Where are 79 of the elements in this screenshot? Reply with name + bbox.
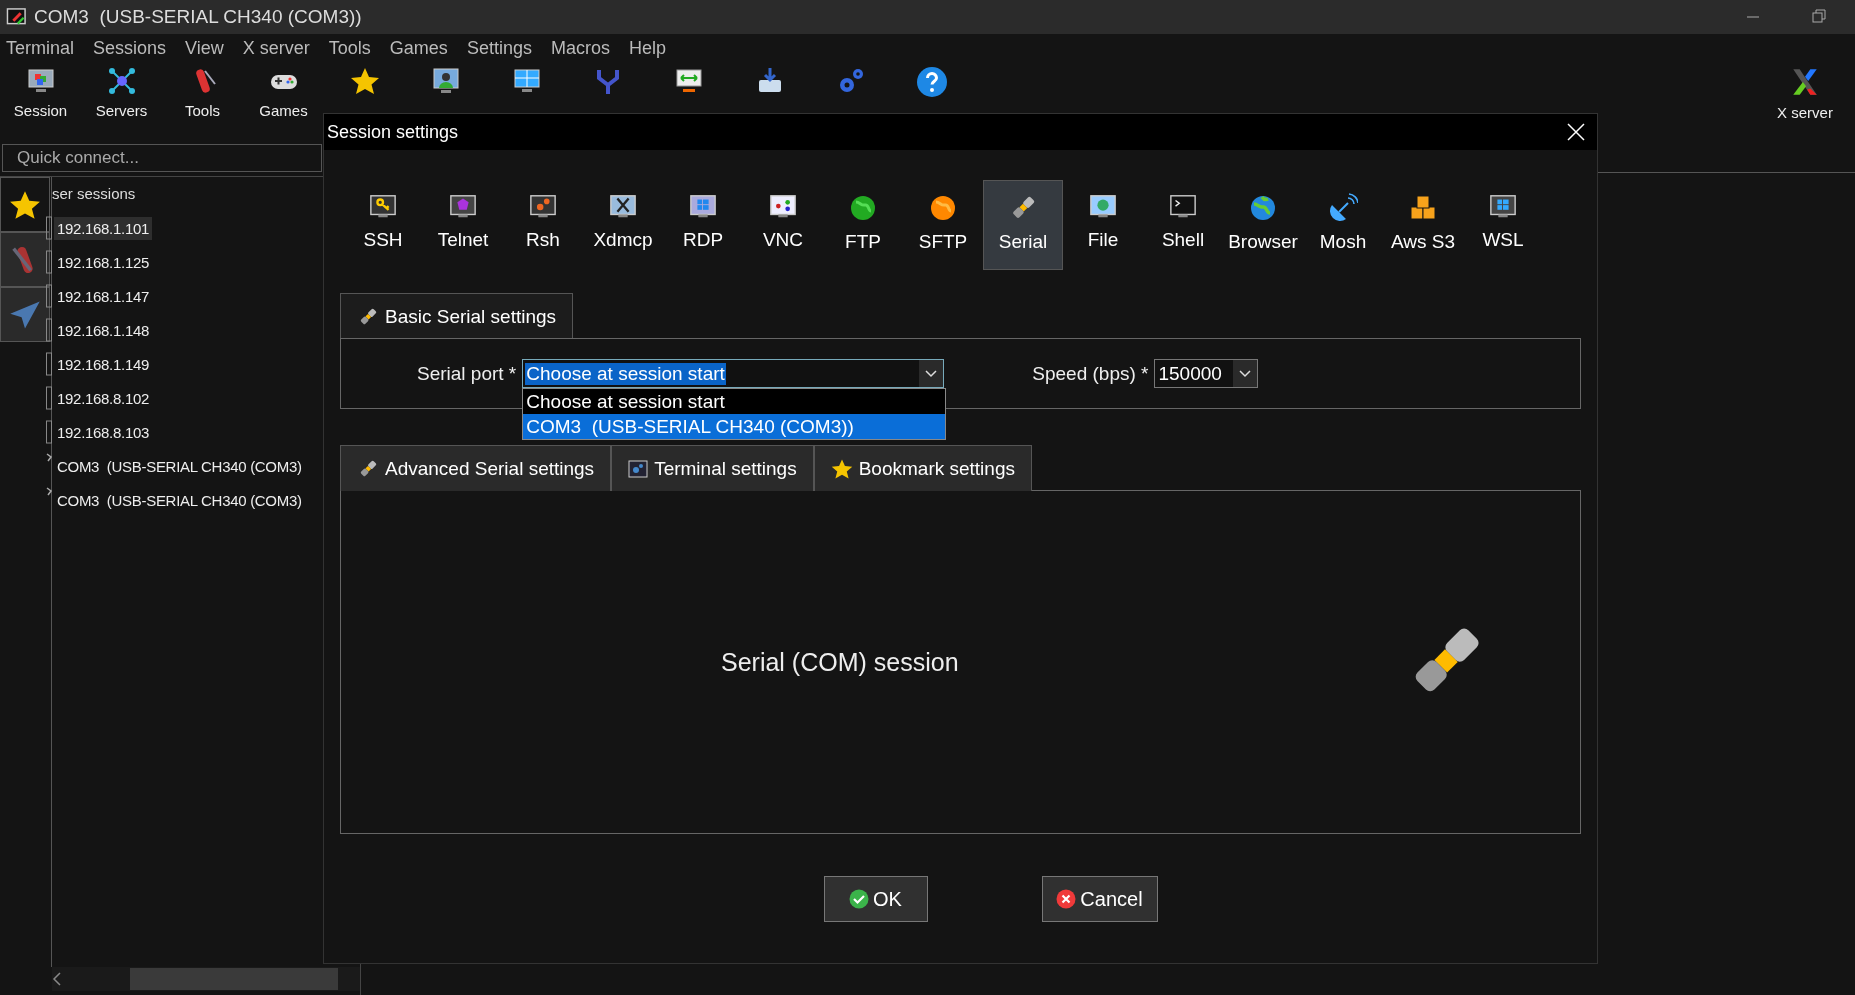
panel-title: Serial (COM) session [721, 647, 959, 677]
session-icon [46, 216, 52, 240]
session-type-button[interactable]: FTP [823, 180, 903, 270]
close-icon[interactable] [1567, 123, 1585, 141]
scrollbar[interactable] [52, 967, 360, 991]
toolbar-button[interactable]: Tools [185, 102, 220, 119]
dialog-title: Session settings [327, 121, 460, 143]
session-type-button[interactable]: File [1063, 180, 1143, 270]
session-type-button[interactable]: RDP [663, 180, 743, 270]
session-type-button[interactable]: Browser [1223, 180, 1303, 270]
caret-icon [925, 369, 938, 378]
session-type-button[interactable]: Serial [983, 180, 1063, 270]
tab[interactable]: Basic Serial settings [340, 293, 574, 339]
session-type-button[interactable]: Shell [1143, 180, 1223, 270]
help-icon [915, 66, 948, 98]
session-icon [46, 420, 52, 444]
session-icon [46, 386, 52, 410]
plug-icon [46, 487, 52, 496]
satellite-dish-icon [1328, 193, 1358, 223]
window-title: COM3 (USB-SERIAL CH340 (COM3)) [34, 6, 363, 28]
menu-item[interactable]: View [185, 37, 235, 59]
menu-item[interactable]: Terminal [6, 37, 86, 59]
session-type-button[interactable]: SFTP [903, 180, 983, 270]
speed-select[interactable]: 150000 [1154, 359, 1259, 388]
session-item[interactable]: 192.168.1.148 [54, 318, 153, 342]
session-icon [46, 284, 52, 308]
session-type-button[interactable]: VNC [743, 180, 823, 270]
quick-connect-field[interactable]: Quick connect... [2, 144, 322, 172]
toolbar-button[interactable]: X server [1777, 104, 1833, 121]
session-type-button[interactable]: Aws S3 [1383, 180, 1463, 270]
globe-icon [1248, 193, 1278, 223]
user-monitor-icon [430, 66, 461, 96]
close-icon [1056, 889, 1077, 909]
session-type-button[interactable]: SSH [343, 180, 423, 270]
session-icon [46, 352, 52, 376]
session-item[interactable]: 192.168.1.147 [54, 284, 153, 308]
sidebar-tab[interactable] [0, 177, 50, 232]
check-icon [849, 889, 870, 909]
dropdown-option[interactable]: COM3 (USB-SERIAL CH340 (COM3)) [523, 414, 946, 439]
toolbar-button[interactable]: Games [259, 102, 308, 119]
session-type-button[interactable]: Telnet [423, 180, 503, 270]
session-item[interactable]: 192.168.1.149 [54, 352, 153, 376]
session-item[interactable]: COM3 (USB-SERIAL CH340 (COM3) [54, 454, 305, 478]
network-icon [106, 66, 137, 96]
session-item[interactable]: 192.168.8.102 [54, 386, 153, 410]
session-item[interactable]: COM3 (USB-SERIAL CH340 (COM3) [54, 488, 305, 512]
menu-item[interactable]: X server [242, 37, 321, 59]
session-type-button[interactable]: Xdmcp [583, 180, 663, 270]
toolbar-button[interactable]: Session [13, 102, 68, 119]
star-icon [349, 66, 380, 96]
session-type-button[interactable]: Rsh [503, 180, 583, 270]
tab[interactable]: Terminal settings [611, 445, 814, 491]
plug-icon [46, 453, 52, 462]
menu-item[interactable]: Tools [328, 37, 382, 59]
session-item[interactable]: 192.168.1.125 [54, 250, 153, 274]
menu-item[interactable]: Games [389, 37, 459, 59]
globe-icon [928, 193, 958, 223]
ok-button[interactable]: OK [823, 876, 928, 922]
terminal-settings-icon [628, 459, 649, 478]
menu-item[interactable]: Macros [550, 37, 621, 59]
session-type-button[interactable]: Mosh [1303, 180, 1383, 270]
cancel-button[interactable]: Cancel [1041, 876, 1158, 922]
sessions-header: ser sessions [52, 185, 137, 204]
session-item[interactable]: 192.168.8.103 [54, 420, 153, 444]
toolbar-button[interactable]: Servers [95, 102, 148, 119]
tab[interactable]: Advanced Serial settings [340, 445, 612, 491]
scroll-left-icon[interactable] [52, 972, 62, 986]
field-label: Speed (bps) * [1032, 362, 1149, 385]
session-icon [46, 318, 52, 342]
menu-item[interactable]: Settings [466, 37, 543, 59]
session-item[interactable]: 192.168.1.101 [54, 216, 153, 240]
session-icon [46, 250, 52, 274]
globe-icon [848, 193, 878, 223]
session-type-button[interactable]: WSL [1463, 180, 1543, 270]
tab[interactable]: Bookmark settings [813, 445, 1032, 491]
menu-item[interactable]: Help [628, 37, 677, 59]
caret-icon [1239, 369, 1252, 378]
menu-item[interactable]: Sessions [93, 37, 178, 59]
field-label: Serial port * [417, 362, 517, 385]
